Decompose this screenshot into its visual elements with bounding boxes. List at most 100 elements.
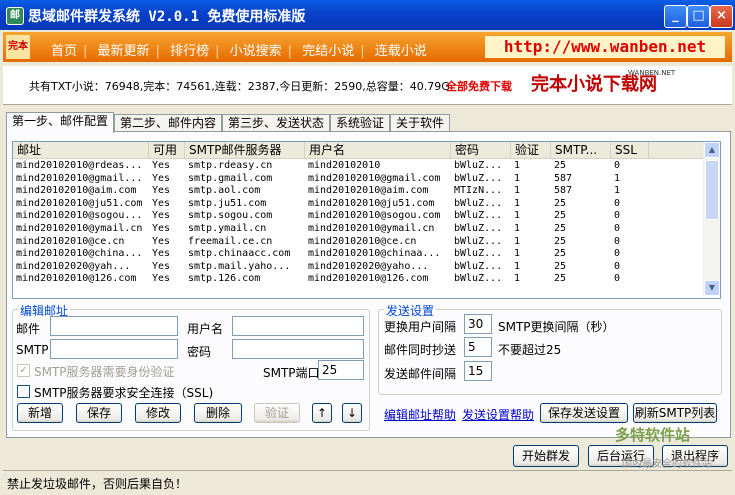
cell-auth: 1 xyxy=(514,273,521,285)
cell-smtp: smtp.mail.yaho... xyxy=(188,260,291,272)
start-send-button[interactable]: 开始群发 xyxy=(513,445,579,467)
nav-search[interactable]: 小说搜索 xyxy=(230,44,282,59)
table-row[interactable]: mind20102010@aim.com Yes smtp.aol.com mind2… xyxy=(13,185,703,197)
switch-user-label: 更换用户间隔 xyxy=(384,320,457,334)
minimize-button[interactable]: _ xyxy=(664,5,687,28)
cell-password: MTIzN... xyxy=(454,185,503,197)
cell-smtp: smtp.126.com xyxy=(188,273,261,285)
smtp-field[interactable] xyxy=(50,339,178,359)
cell-port: 587 xyxy=(554,185,573,197)
tab-mail-content[interactable]: 第二步、邮件内容 xyxy=(114,114,222,132)
col-smtp-port[interactable]: SMTP... xyxy=(551,142,611,158)
col-password[interactable]: 密码 xyxy=(451,142,511,158)
switch-user-field[interactable]: 30 xyxy=(464,314,492,334)
port-field[interactable]: 25 xyxy=(318,360,364,380)
save-send-settings-button[interactable]: 保存发送设置 xyxy=(540,403,628,423)
col-ssl[interactable]: SSL xyxy=(611,142,649,158)
maximize-button[interactable]: □ xyxy=(687,5,710,28)
cc-label: 邮件同时抄送 xyxy=(384,343,457,357)
col-smtp-server[interactable]: SMTP邮件服务器 xyxy=(185,142,305,158)
tab-system-verify[interactable]: 系统验证 xyxy=(330,114,390,132)
col-email[interactable]: 邮址 xyxy=(13,142,149,158)
cell-email: mind20102010@126.com xyxy=(16,273,137,285)
move-down-button[interactable]: ↓ xyxy=(342,403,362,423)
cell-email: mind20102010@gmail... xyxy=(16,172,143,184)
add-button[interactable]: 新增 xyxy=(17,403,63,423)
delete-button[interactable]: 删除 xyxy=(194,403,242,423)
col-auth[interactable]: 验证 xyxy=(511,142,551,158)
nav-serial[interactable]: 连载小说 xyxy=(375,44,427,59)
table-row[interactable]: mind20102010@ju51.com Yes smtp.ju51.com min… xyxy=(13,198,703,210)
free-download-link[interactable]: 全部免费下载 xyxy=(446,78,512,94)
cell-auth: 1 xyxy=(514,172,521,184)
nav-latest[interactable]: 最新更新 xyxy=(98,44,150,59)
close-button[interactable]: × xyxy=(710,5,733,28)
cell-ssl: 0 xyxy=(614,235,621,247)
cell-port: 25 xyxy=(554,260,567,272)
col-username[interactable]: 用户名 xyxy=(305,142,451,158)
nav-home[interactable]: 首页 xyxy=(51,44,77,59)
username-label: 用户名 xyxy=(187,322,224,336)
cell-enabled: Yes xyxy=(152,273,171,285)
table-row[interactable]: mind20102010@ymail.cn Yes smtp.ymail.cn min… xyxy=(13,223,703,235)
title-bar[interactable]: 邮 思域邮件群发系统 V2.0.1 免费使用标准版 _ □ × xyxy=(0,0,735,30)
cell-auth: 1 xyxy=(514,248,521,260)
cc-field[interactable]: 5 xyxy=(464,337,492,357)
email-field[interactable] xyxy=(50,316,178,336)
modify-button[interactable]: 修改 xyxy=(135,403,181,423)
cell-port: 25 xyxy=(554,160,567,171)
site-logo-icon: 完本 xyxy=(6,35,30,59)
move-up-button[interactable]: ↑ xyxy=(312,403,332,423)
nav-ranking[interactable]: 排行榜 xyxy=(170,44,209,59)
banner-url[interactable]: http://www.wanben.net xyxy=(485,36,725,58)
banner-nav: 首页 | 最新更新 | 排行榜 | 小说搜索 | 完结小说 | 连载小说 xyxy=(51,44,427,59)
tab-about[interactable]: 关于软件 xyxy=(390,114,450,132)
username-field[interactable] xyxy=(232,316,364,336)
col-enabled[interactable]: 可用 xyxy=(149,142,185,158)
cell-username: mind20102010@ymail.cn xyxy=(308,223,435,234)
cell-password: bWluZ... xyxy=(454,210,503,222)
scroll-thumb[interactable] xyxy=(705,160,719,220)
cell-auth: 1 xyxy=(514,235,521,247)
cell-enabled: Yes xyxy=(152,160,171,171)
ssl-checkbox[interactable] xyxy=(17,385,30,398)
verify-button[interactable]: 验证 xyxy=(254,403,300,423)
send-help-link[interactable]: 发送设置帮助 xyxy=(462,406,534,423)
scroll-up-icon[interactable]: ▲ xyxy=(704,142,720,158)
refresh-smtp-button[interactable]: 刷新SMTP列表 xyxy=(633,403,717,423)
cell-username: mind20102020@yaho... xyxy=(308,260,429,272)
cell-email: mind20102010@aim.com xyxy=(16,185,137,197)
list-scrollbar[interactable]: ▲ ▼ xyxy=(703,142,720,296)
table-row[interactable]: mind20102010@china... Yes smtp.chinaacc.co… xyxy=(13,248,703,260)
save-button[interactable]: 保存 xyxy=(76,403,122,423)
auth-checkbox[interactable]: ✓ xyxy=(17,364,30,377)
cell-auth: 1 xyxy=(514,260,521,272)
smtp-account-list[interactable]: 邮址 可用 SMTP邮件服务器 用户名 密码 验证 SMTP... SSL mi… xyxy=(12,141,721,299)
cell-ssl: 1 xyxy=(614,172,621,184)
table-row[interactable]: mind20102010@ce.cn Yes freemail.ce.cn mind2… xyxy=(13,236,703,248)
table-row[interactable]: mind20102010@gmail... Yes smtp.gmail.com mi… xyxy=(13,173,703,185)
edit-help-link[interactable]: 编辑邮址帮助 xyxy=(384,406,456,423)
port-label: SMTP端口 xyxy=(263,366,320,380)
email-label: 邮件 xyxy=(16,322,41,336)
cell-email: mind20102010@sogou... xyxy=(16,210,143,222)
interval-field[interactable]: 15 xyxy=(464,361,492,381)
cell-smtp: smtp.sogou.com xyxy=(188,210,273,222)
password-field[interactable] xyxy=(232,339,364,359)
cell-username: mind20102010@gmail.com xyxy=(308,172,441,184)
table-row[interactable]: mind20102020@yah... Yes smtp.mail.yaho... m… xyxy=(13,261,703,273)
table-row[interactable]: mind20102010@rdeas... Yes smtp.rdeasy.cn mi… xyxy=(13,160,703,172)
table-row[interactable]: mind20102010@126.com Yes smtp.126.com mind2… xyxy=(13,273,703,285)
cell-port: 25 xyxy=(554,248,567,260)
tab-send-status[interactable]: 第三步、发送状态 xyxy=(222,114,330,132)
cell-smtp: smtp.ju51.com xyxy=(188,197,267,209)
auth-checkbox-label: SMTP服务器需要身份验证 xyxy=(34,365,175,379)
watermark-tagline: 国内最安全的软件站 xyxy=(622,459,712,470)
table-row[interactable]: mind20102010@sogou... Yes smtp.sogou.com mi… xyxy=(13,210,703,222)
stats-strip: 共有TXT小说：76948,完本：74561,连载：2387,今日更新：2590… xyxy=(3,66,732,105)
nav-finished[interactable]: 完结小说 xyxy=(302,44,354,59)
brand-logo-en: WANBEN.NET xyxy=(628,69,676,77)
scroll-down-icon[interactable]: ▼ xyxy=(704,280,720,296)
app-icon: 邮 xyxy=(6,7,24,25)
tab-mail-config[interactable]: 第一步、邮件配置 xyxy=(6,112,114,133)
